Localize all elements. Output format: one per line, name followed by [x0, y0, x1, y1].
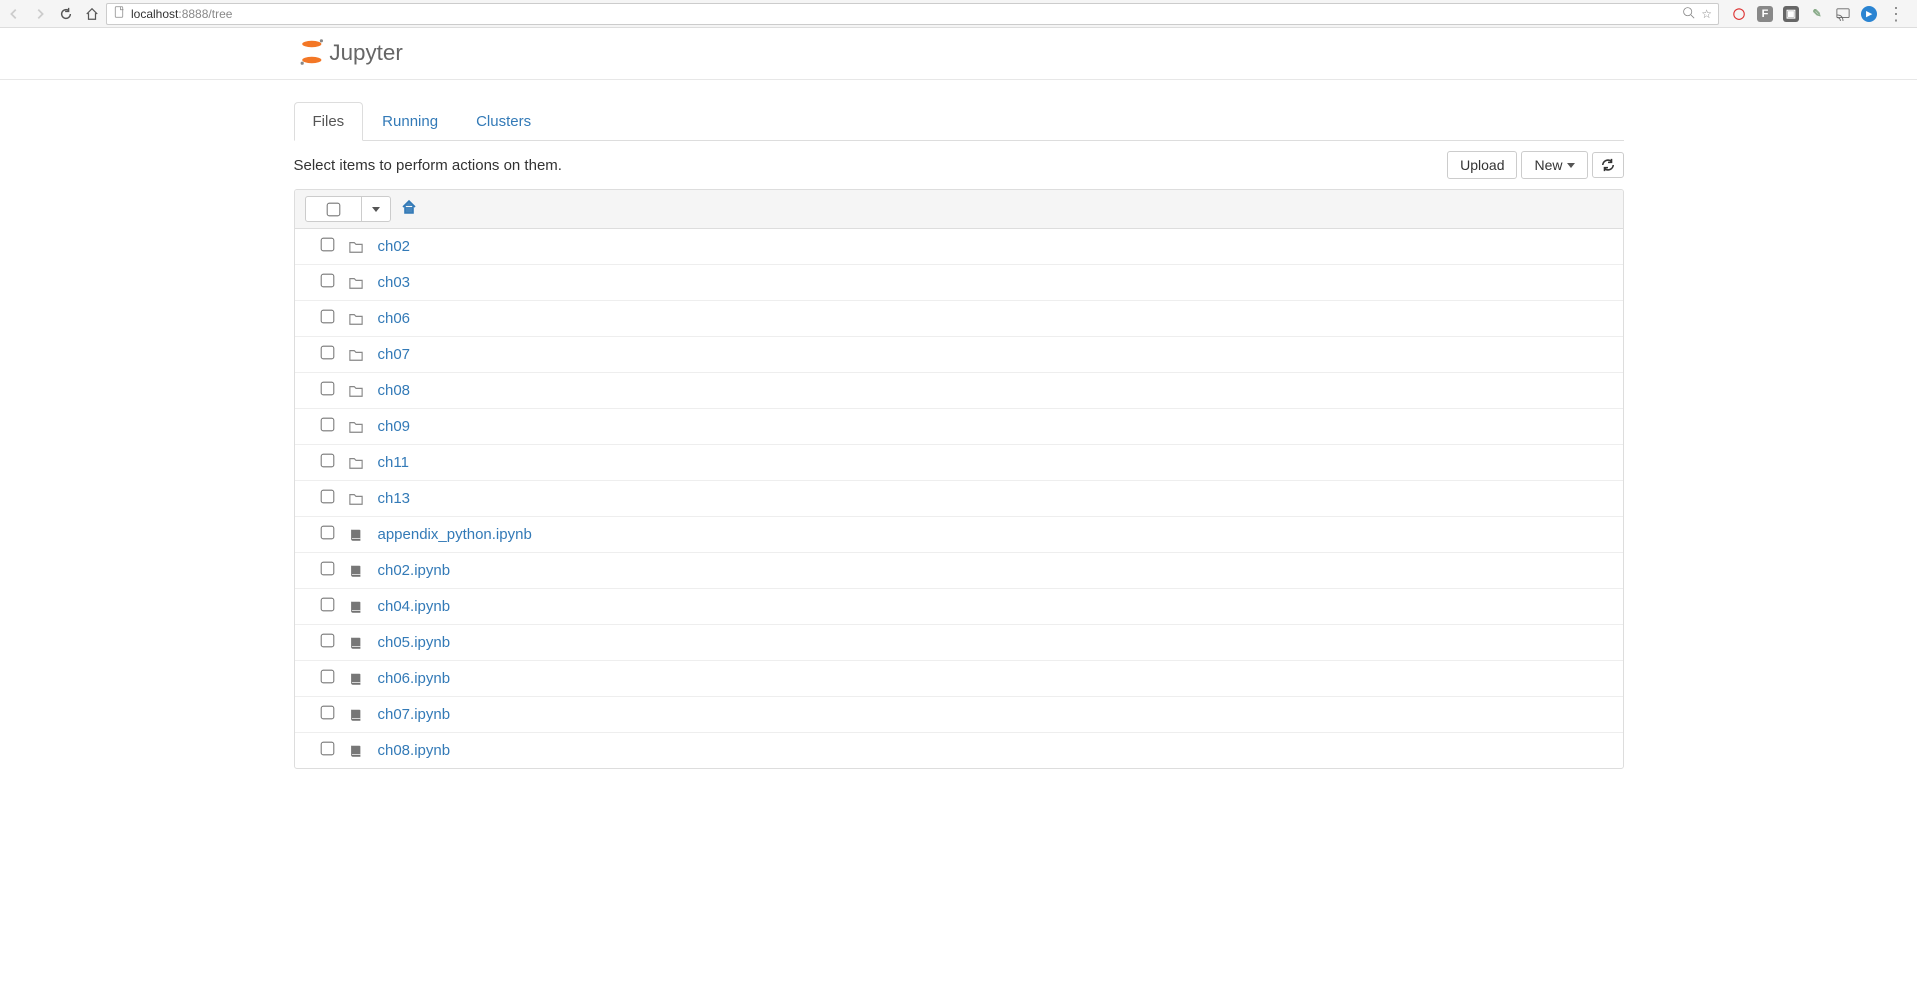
notebook-icon [348, 672, 364, 686]
item-link[interactable]: ch02 [378, 238, 411, 255]
folder-icon [348, 456, 364, 470]
item-checkbox[interactable] [320, 742, 334, 756]
select-all-dropdown[interactable] [305, 196, 391, 222]
folder-icon [348, 420, 364, 434]
item-link[interactable]: ch09 [378, 418, 411, 435]
new-button-label: New [1534, 157, 1562, 173]
list-item: appendix_python.ipynb [295, 517, 1623, 553]
item-link[interactable]: ch07 [378, 346, 411, 363]
item-link[interactable]: ch03 [378, 274, 411, 291]
item-checkbox[interactable] [320, 238, 334, 252]
file-list: ch02 ch03 ch06 ch07 ch08 ch09 ch11 ch13 appendix… [294, 189, 1624, 769]
list-item: ch07 [295, 337, 1623, 373]
refresh-icon [1601, 158, 1615, 172]
notebook-icon [348, 636, 364, 650]
item-checkbox[interactable] [320, 346, 334, 360]
url-host: localhost [131, 7, 178, 21]
folder-icon [348, 492, 364, 506]
url-rest: :8888/tree [178, 7, 232, 21]
list-item: ch11 [295, 445, 1623, 481]
tab-clusters[interactable]: Clusters [457, 102, 550, 141]
extension-icons: ◯ F ▣ ✎ ▸ ⋮ [1725, 5, 1911, 23]
back-icon[interactable] [6, 6, 22, 22]
list-item: ch09 [295, 409, 1623, 445]
list-item: ch08 [295, 373, 1623, 409]
upload-button[interactable]: Upload [1447, 151, 1517, 179]
ext-icon-5[interactable]: ▸ [1861, 6, 1877, 22]
notebook-icon [348, 528, 364, 542]
item-link[interactable]: ch08 [378, 382, 411, 399]
item-checkbox[interactable] [320, 454, 334, 468]
action-hint: Select items to perform actions on them. [294, 157, 1444, 174]
ext-icon-3[interactable]: ▣ [1783, 6, 1799, 22]
chevron-down-icon [1567, 163, 1575, 168]
item-checkbox[interactable] [320, 490, 334, 504]
item-checkbox[interactable] [320, 634, 334, 648]
chevron-down-icon [372, 207, 380, 212]
item-checkbox[interactable] [320, 418, 334, 432]
home-icon[interactable] [84, 6, 100, 22]
new-button[interactable]: New [1521, 151, 1587, 179]
notebook-icon [348, 564, 364, 578]
page-icon [113, 6, 125, 21]
item-checkbox[interactable] [320, 382, 334, 396]
ext-icon-1[interactable]: ◯ [1731, 6, 1747, 22]
item-link[interactable]: ch08.ipynb [378, 742, 451, 759]
item-link[interactable]: ch07.ipynb [378, 706, 451, 723]
forward-icon[interactable] [32, 6, 48, 22]
item-checkbox[interactable] [320, 598, 334, 612]
refresh-button[interactable] [1592, 152, 1624, 178]
item-link[interactable]: ch04.ipynb [378, 598, 451, 615]
chrome-menu-icon[interactable]: ⋮ [1887, 5, 1905, 23]
browser-toolbar: localhost:8888/tree ☆ ◯ F ▣ ✎ ▸ ⋮ [0, 0, 1917, 28]
svg-text:Jupyter: Jupyter [329, 40, 403, 65]
ext-icon-4[interactable]: ✎ [1809, 6, 1825, 22]
jupyter-logo[interactable]: Jupyter [294, 34, 464, 70]
bookmark-star-icon[interactable]: ☆ [1701, 7, 1712, 21]
list-item: ch02.ipynb [295, 553, 1623, 589]
item-link[interactable]: ch06 [378, 310, 411, 327]
item-link[interactable]: ch05.ipynb [378, 634, 451, 651]
tabs: FilesRunningClusters [294, 102, 1624, 141]
list-item: ch04.ipynb [295, 589, 1623, 625]
cast-icon[interactable] [1835, 6, 1851, 22]
url-bar[interactable]: localhost:8888/tree ☆ [106, 3, 1719, 25]
item-checkbox[interactable] [320, 670, 334, 684]
select-all-checkbox[interactable] [326, 202, 340, 216]
folder-icon [348, 384, 364, 398]
item-link[interactable]: appendix_python.ipynb [378, 526, 532, 543]
item-checkbox[interactable] [320, 274, 334, 288]
item-checkbox[interactable] [320, 526, 334, 540]
list-item: ch03 [295, 265, 1623, 301]
ext-icon-2[interactable]: F [1757, 6, 1773, 22]
notebook-icon [348, 600, 364, 614]
zoom-icon[interactable] [1682, 6, 1695, 22]
item-checkbox[interactable] [320, 310, 334, 324]
folder-icon [348, 276, 364, 290]
item-checkbox[interactable] [320, 562, 334, 576]
list-item: ch06 [295, 301, 1623, 337]
list-item: ch07.ipynb [295, 697, 1623, 733]
breadcrumb-home-icon[interactable] [401, 199, 417, 220]
list-header [295, 190, 1623, 229]
item-link[interactable]: ch06.ipynb [378, 670, 451, 687]
notebook-icon [348, 744, 364, 758]
folder-icon [348, 312, 364, 326]
item-link[interactable]: ch02.ipynb [378, 562, 451, 579]
list-item: ch13 [295, 481, 1623, 517]
tab-files[interactable]: Files [294, 102, 364, 141]
folder-icon [348, 348, 364, 362]
list-item: ch08.ipynb [295, 733, 1623, 768]
list-item: ch02 [295, 229, 1623, 265]
notebook-icon [348, 708, 364, 722]
list-item: ch06.ipynb [295, 661, 1623, 697]
folder-icon [348, 240, 364, 254]
item-checkbox[interactable] [320, 706, 334, 720]
item-link[interactable]: ch11 [378, 454, 409, 471]
list-item: ch05.ipynb [295, 625, 1623, 661]
reload-icon[interactable] [58, 6, 74, 22]
tab-running[interactable]: Running [363, 102, 457, 141]
item-link[interactable]: ch13 [378, 490, 411, 507]
